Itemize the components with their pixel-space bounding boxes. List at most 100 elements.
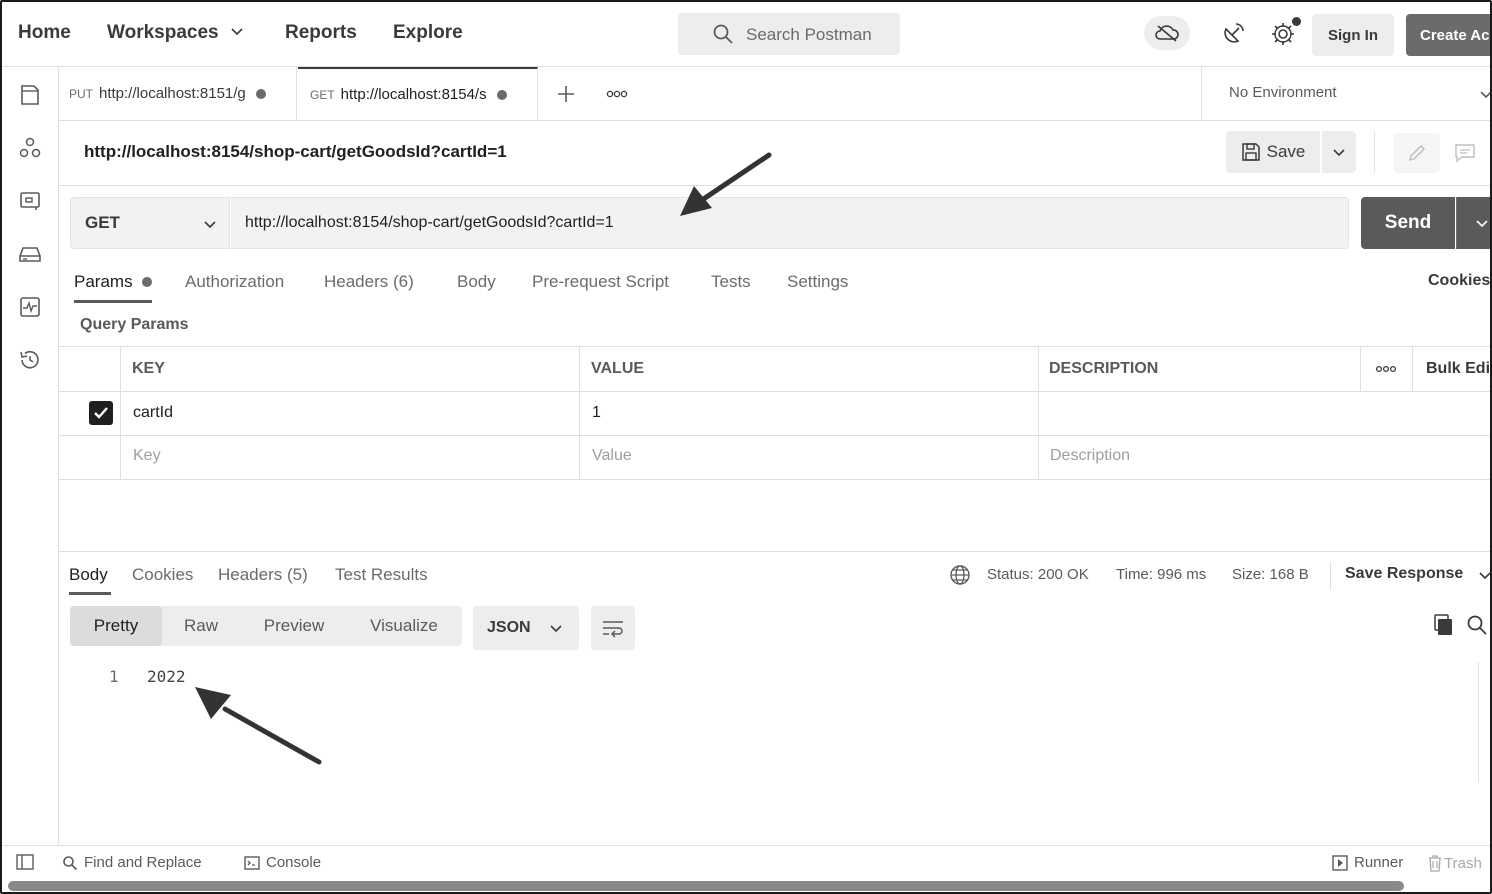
request-tabs-bar: PUT http://localhost:8151/g GET http://l… — [59, 67, 1490, 121]
bulk-edit-link[interactable]: Bulk Edi — [1426, 360, 1490, 378]
param-enabled-checkbox[interactable] — [89, 401, 113, 425]
divider — [1330, 562, 1331, 590]
edit-pencil-icon[interactable] — [1394, 133, 1440, 173]
nav-workspaces[interactable]: Workspaces — [107, 22, 244, 44]
response-time[interactable]: Time: 996 ms — [1116, 566, 1206, 583]
tab-body[interactable]: Body — [457, 272, 496, 292]
nav-explore[interactable]: Explore — [393, 22, 463, 44]
tab-settings[interactable]: Settings — [787, 272, 848, 292]
find-and-replace-button[interactable]: Find and Replace — [62, 854, 202, 871]
save-options-dropdown[interactable] — [1322, 131, 1356, 173]
search-icon[interactable] — [1466, 614, 1488, 636]
globe-icon[interactable] — [949, 564, 971, 586]
history-icon[interactable] — [16, 346, 44, 374]
apis-icon[interactable] — [16, 134, 44, 162]
tab-tests[interactable]: Tests — [711, 272, 751, 292]
environment-selector[interactable]: No Environment — [1229, 84, 1337, 101]
console-button[interactable]: Console — [244, 854, 321, 871]
url-input[interactable]: http://localhost:8154/shop-cart/getGoods… — [231, 197, 1349, 249]
nav-home[interactable]: Home — [18, 22, 71, 44]
chevron-down-icon — [231, 28, 243, 36]
console-label: Console — [266, 854, 322, 871]
settings-gear-icon[interactable] — [1268, 17, 1301, 49]
checkmark-icon — [94, 407, 108, 419]
view-pretty[interactable]: Pretty — [70, 606, 162, 646]
annotation-arrow — [680, 152, 772, 216]
view-visualize[interactable]: Visualize — [354, 606, 454, 646]
format-value: JSON — [487, 619, 531, 636]
send-button[interactable]: Send — [1361, 197, 1455, 249]
param-value[interactable]: 1 — [592, 404, 601, 422]
cloud-sync-icon[interactable] — [1144, 16, 1190, 50]
send-options-dropdown[interactable] — [1456, 197, 1490, 249]
method-select[interactable]: GET — [70, 197, 230, 249]
new-description-input[interactable]: Description — [1050, 447, 1130, 465]
view-raw[interactable]: Raw — [168, 606, 234, 646]
copy-icon[interactable] — [1432, 614, 1454, 636]
response-tab-body[interactable]: Body — [69, 565, 108, 585]
trash-button[interactable]: Trash — [1428, 854, 1482, 872]
chevron-down-icon[interactable] — [1478, 568, 1492, 582]
search-input[interactable]: Search Postman — [678, 13, 900, 55]
format-select[interactable]: JSON — [473, 606, 579, 650]
notification-dot — [1292, 17, 1301, 26]
monitors-icon[interactable] — [16, 293, 44, 321]
comments-icon[interactable] — [1442, 133, 1488, 173]
unsaved-dot — [255, 88, 266, 99]
top-navigation-bar: Home Workspaces Reports Explore Search P… — [2, 2, 1490, 67]
request-title[interactable]: http://localhost:8154/shop-cart/getGoods… — [84, 142, 507, 162]
query-params-label: Query Params — [80, 316, 189, 333]
column-header-key: KEY — [132, 360, 165, 377]
response-body-line[interactable]: 2022 — [147, 667, 186, 686]
tab-params[interactable]: Params — [74, 272, 153, 292]
response-size[interactable]: Size: 168 B — [1232, 566, 1309, 583]
divider — [1374, 131, 1375, 173]
response-tab-headers[interactable]: Headers (5) — [218, 565, 308, 585]
chevron-down-icon[interactable] — [1479, 87, 1492, 101]
view-preview[interactable]: Preview — [246, 606, 342, 646]
satellite-icon[interactable] — [1218, 19, 1248, 49]
response-status[interactable]: Status: 200 OK — [987, 566, 1089, 583]
runner-label: Runner — [1354, 854, 1404, 871]
table-border — [59, 479, 1490, 480]
save-response-button[interactable]: Save Response — [1345, 565, 1463, 583]
tab-headers[interactable]: Headers (6) — [324, 272, 414, 292]
cookies-link[interactable]: Cookies — [1428, 272, 1490, 290]
wrap-lines-icon[interactable] — [591, 606, 635, 650]
toggle-sidebar-icon[interactable] — [16, 854, 34, 870]
pane-divider[interactable] — [59, 551, 1490, 552]
annotation-arrow — [195, 687, 322, 765]
search-icon — [63, 855, 78, 870]
scroll-track[interactable] — [1478, 662, 1479, 782]
param-key[interactable]: cartId — [133, 404, 173, 422]
tab-authorization[interactable]: Authorization — [185, 272, 284, 292]
save-button[interactable]: Save — [1226, 131, 1320, 173]
tab-get-request[interactable]: GET http://localhost:8154/s — [298, 67, 538, 120]
more-options-icon[interactable] — [1372, 359, 1400, 379]
response-tab-cookies[interactable]: Cookies — [132, 565, 193, 585]
search-placeholder: Search Postman — [746, 25, 872, 44]
more-tabs-icon[interactable] — [603, 81, 631, 107]
runner-button[interactable]: Runner — [1332, 854, 1403, 871]
environments-icon[interactable] — [16, 187, 44, 215]
mock-servers-icon[interactable] — [16, 240, 44, 268]
new-value-input[interactable]: Value — [592, 447, 632, 465]
create-account-button[interactable]: Create Ac — [1406, 14, 1490, 56]
collections-icon[interactable] — [16, 81, 44, 109]
sign-in-button[interactable]: Sign In — [1312, 14, 1394, 56]
divider — [1201, 67, 1202, 120]
chevron-down-icon — [550, 625, 562, 633]
response-tab-test-results[interactable]: Test Results — [335, 565, 428, 585]
new-key-input[interactable]: Key — [133, 447, 161, 465]
table-border — [579, 346, 580, 479]
tab-method: PUT — [69, 86, 93, 101]
chevron-down-icon — [1476, 220, 1488, 228]
new-tab-plus-icon[interactable] — [553, 81, 579, 107]
table-border — [1038, 346, 1039, 479]
tab-pre-request-script[interactable]: Pre-request Script — [532, 272, 669, 292]
tab-put-request[interactable]: PUT http://localhost:8151/g — [59, 67, 297, 120]
nav-reports[interactable]: Reports — [285, 22, 357, 44]
horizontal-scrollbar[interactable] — [8, 881, 1404, 891]
tab-title: http://localhost:8151/g — [99, 85, 246, 102]
table-border — [120, 346, 121, 479]
